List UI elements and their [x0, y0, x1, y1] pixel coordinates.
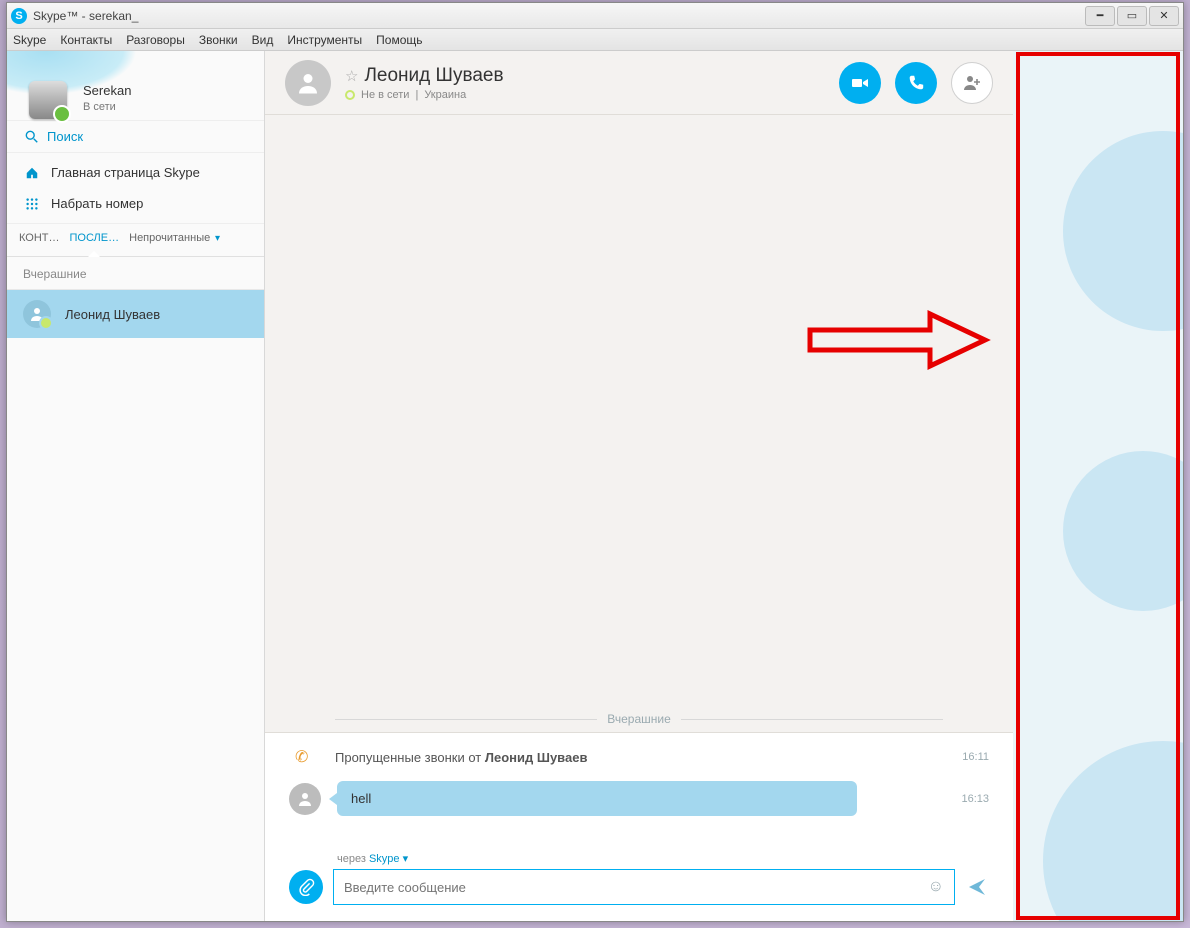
missed-call-icon: ✆	[295, 747, 315, 767]
close-button[interactable]: ✕	[1149, 6, 1179, 26]
titlebar: S Skype™ - serekan_ ━ ▭ ✕	[7, 3, 1183, 29]
date-divider: Вчерашние	[265, 712, 1013, 732]
decoration-circle	[1063, 131, 1183, 331]
nav-home[interactable]: Главная страница Skype	[7, 157, 264, 188]
paperclip-icon	[297, 878, 315, 896]
menu-tools[interactable]: Инструменты	[287, 33, 362, 47]
video-icon	[850, 73, 870, 93]
send-icon	[967, 877, 987, 897]
nav-home-label: Главная страница Skype	[51, 165, 200, 180]
sidebar: Serekan В сети Поиск Главная страница Sk…	[7, 51, 265, 921]
message-row: hell 16:13	[289, 781, 989, 816]
profile-header[interactable]: Serekan В сети	[7, 51, 264, 121]
filter-tabs: КОНТ… ПОСЛЕ… Непрочитанные ▾	[7, 224, 264, 257]
message-avatar[interactable]	[289, 783, 321, 815]
add-person-icon	[962, 73, 982, 93]
menu-help[interactable]: Помощь	[376, 33, 422, 47]
send-button[interactable]	[965, 875, 989, 899]
contact-avatar	[23, 300, 51, 328]
tab-contacts[interactable]: КОНТ…	[19, 232, 60, 244]
menu-conversations[interactable]: Разговоры	[126, 33, 185, 47]
home-icon	[25, 166, 39, 180]
missed-call-text: Пропущенные звонки от Леонид Шуваев	[335, 750, 587, 765]
search-icon	[25, 130, 39, 144]
contact-item[interactable]: Леонид Шуваев	[7, 290, 264, 338]
message-input-box[interactable]: ☺	[333, 869, 955, 905]
window-title: Skype™ - serekan_	[33, 9, 1083, 23]
menu-view[interactable]: Вид	[252, 33, 274, 47]
my-status[interactable]: В сети	[83, 101, 116, 113]
peer-name: Леонид Шуваев	[364, 65, 503, 87]
person-icon	[297, 791, 313, 807]
person-icon	[296, 71, 320, 95]
peer-location: Украина	[424, 89, 466, 101]
app-window: S Skype™ - serekan_ ━ ▭ ✕ Skype Контакты…	[6, 2, 1184, 922]
composer: через Skype ▾ ☺	[265, 844, 1013, 921]
via-skype-link[interactable]: Skype ▾	[369, 853, 408, 865]
my-avatar[interactable]	[29, 81, 67, 119]
dialpad-icon	[25, 197, 39, 211]
chevron-down-icon: ▾	[212, 233, 220, 244]
ad-panel	[1013, 51, 1183, 921]
presence-dot-icon	[345, 90, 355, 100]
add-people-button[interactable]	[951, 62, 993, 104]
my-name: Serekan	[83, 83, 131, 98]
search-button[interactable]: Поиск	[7, 121, 264, 153]
phone-icon	[907, 74, 925, 92]
search-label: Поиск	[47, 129, 83, 144]
menubar: Skype Контакты Разговоры Звонки Вид Инст…	[7, 29, 1183, 51]
nav-dial-label: Набрать номер	[51, 196, 143, 211]
tab-unread[interactable]: Непрочитанные ▾	[129, 232, 220, 244]
person-icon	[29, 306, 45, 322]
message-bubble[interactable]: hell	[337, 781, 857, 816]
peer-avatar[interactable]	[285, 60, 331, 106]
skype-logo-icon: S	[11, 8, 27, 24]
maximize-button[interactable]: ▭	[1117, 6, 1147, 26]
emoji-button[interactable]: ☺	[928, 878, 944, 896]
via-label: через Skype ▾	[337, 852, 989, 865]
video-call-button[interactable]	[839, 62, 881, 104]
contact-name: Леонид Шуваев	[65, 307, 160, 322]
minimize-button[interactable]: ━	[1085, 6, 1115, 26]
decoration-circle	[1043, 741, 1183, 921]
messages-area: ✆ Пропущенные звонки от Леонид Шуваев 16…	[265, 732, 1013, 844]
message-input[interactable]	[344, 880, 928, 895]
conversation-panel: ☆ Леонид Шуваев Не в сети | Украина	[265, 51, 1013, 921]
attach-button[interactable]	[289, 870, 323, 904]
missed-call-time: 16:11	[962, 751, 989, 763]
nav-dial[interactable]: Набрать номер	[7, 188, 264, 219]
voice-call-button[interactable]	[895, 62, 937, 104]
menu-contacts[interactable]: Контакты	[60, 33, 112, 47]
missed-call-row[interactable]: ✆ Пропущенные звонки от Леонид Шуваев 16…	[289, 747, 989, 767]
tab-recent[interactable]: ПОСЛЕ…	[70, 232, 120, 244]
conversation-body: Вчерашние	[265, 115, 1013, 732]
favorite-star-icon[interactable]: ☆	[345, 67, 358, 85]
message-time: 16:13	[961, 793, 989, 805]
section-yesterday: Вчерашние	[7, 257, 264, 290]
menu-calls[interactable]: Звонки	[199, 33, 238, 47]
conversation-header: ☆ Леонид Шуваев Не в сети | Украина	[265, 51, 1013, 115]
decoration-circle	[1063, 451, 1183, 611]
menu-skype[interactable]: Skype	[13, 33, 46, 47]
peer-presence: Не в сети	[361, 89, 409, 101]
